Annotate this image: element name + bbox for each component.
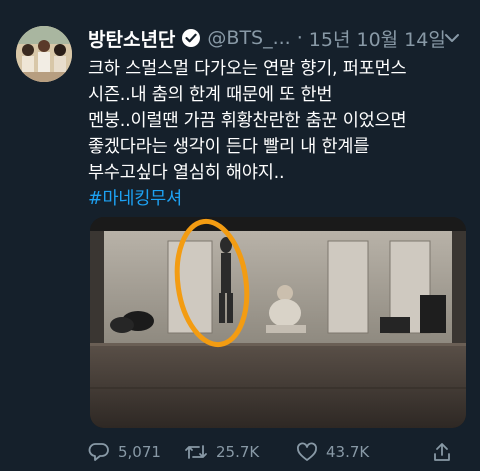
tweet-text-line: 멘붕..이럴땐 가끔 휘황찬란한 춤꾼 이었으면 bbox=[88, 111, 407, 131]
tweet-text: 크하 스멀스멀 다가오는 연말 향기, 퍼포먼스 시즌..내 춤의 한계 때문에… bbox=[88, 56, 472, 212]
tweet-photo[interactable] bbox=[90, 217, 466, 428]
header-separator: · bbox=[296, 27, 303, 49]
tweet-header: 방탄소년단 @BTS_... · 15년 10월 14일 bbox=[88, 24, 472, 52]
verified-badge-icon bbox=[181, 28, 201, 48]
tweet-date[interactable]: 15년 10월 14일 bbox=[309, 25, 446, 52]
tweet-text-line: 크하 스멀스멀 다가오는 연말 향기, 퍼포먼스 bbox=[88, 59, 407, 79]
tweet-text-line: 좋겠다라는 생각이 든다 빨리 내 한계를 bbox=[88, 137, 370, 157]
reply-button[interactable]: 5,071 bbox=[88, 442, 184, 462]
tweet-actions: 5,071 25.7K 43.7K bbox=[88, 438, 472, 466]
like-icon bbox=[297, 442, 317, 461]
display-name[interactable]: 방탄소년단 bbox=[88, 25, 175, 52]
tweet-text-line: 시즌..내 춤의 한계 때문에 또 한번 bbox=[88, 85, 333, 105]
hashtag-link[interactable]: #마네킹무셔 bbox=[88, 186, 472, 212]
retweet-icon bbox=[185, 445, 207, 459]
profile-avatar[interactable] bbox=[16, 26, 72, 82]
retweet-count: 25.7K bbox=[216, 443, 260, 461]
reply-icon bbox=[88, 443, 109, 461]
tweet-text-line: 부수고싶다 열심히 해야지.. bbox=[88, 163, 285, 183]
share-icon bbox=[434, 443, 450, 461]
reply-count: 5,071 bbox=[118, 443, 161, 461]
like-button[interactable]: 43.7K bbox=[296, 442, 432, 462]
like-count: 43.7K bbox=[326, 443, 370, 461]
chevron-down-icon[interactable] bbox=[442, 28, 462, 48]
retweet-button[interactable]: 25.7K bbox=[184, 442, 296, 462]
share-button[interactable] bbox=[432, 442, 460, 462]
user-handle[interactable]: @BTS_... bbox=[207, 27, 290, 49]
